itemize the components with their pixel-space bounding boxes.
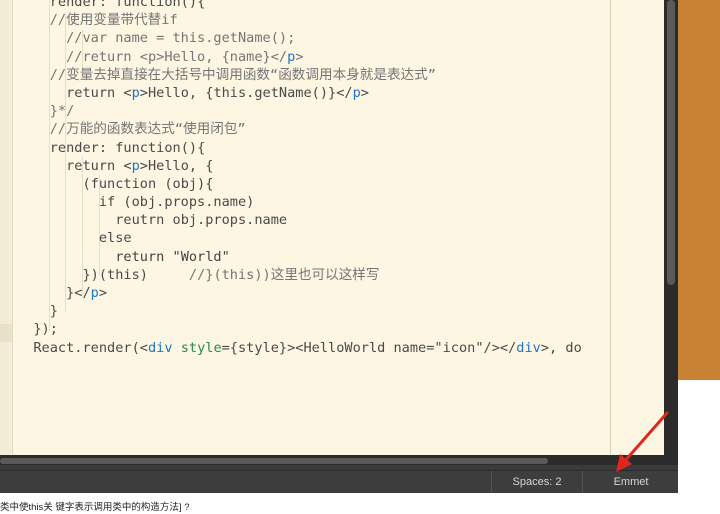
code-token: } — [49, 303, 58, 320]
code-token: p — [131, 84, 140, 101]
code-token: >, do — [540, 339, 582, 356]
code-line: return "World" — [17, 248, 610, 266]
vertical-scrollbar-thumb[interactable] — [667, 0, 675, 285]
code-token: ={style}><HelloWorld name="icon"/></ — [221, 339, 517, 356]
page-caption: 类中使this关 键字表示调用类中的构造方法] ? — [0, 502, 190, 513]
code-token: p — [131, 157, 140, 174]
code-line: }*/ — [17, 102, 610, 120]
code-line: //var name = this.getName(); — [17, 29, 610, 47]
status-bar: Spaces: 2 Emmet — [0, 470, 678, 493]
code-content[interactable]: render: function(){ //使用变量带代替if //var na… — [17, 0, 610, 357]
code-token: render: function(){ — [49, 0, 206, 10]
code-token: else — [98, 230, 132, 247]
code-token: style — [180, 339, 222, 356]
minimap-divider — [610, 0, 611, 455]
code-line: //return <p>Hello, {name}</p> — [17, 48, 610, 66]
code-line: }</p> — [17, 284, 610, 302]
code-token: //return <p>Hello, {name}</ — [66, 48, 288, 65]
code-line: } — [17, 302, 610, 320]
current-line-marker — [0, 324, 12, 342]
code-token: div — [147, 339, 173, 356]
code-token: //}(this))这里也可以这样写 — [188, 266, 380, 283]
code-token: render: function(){ — [49, 139, 206, 156]
code-token: if (obj.props.name) — [98, 194, 255, 211]
code-token: //var name = this.getName(); — [66, 30, 296, 47]
code-token: return < — [66, 157, 132, 174]
code-token: }); — [33, 321, 58, 338]
background-desktop — [678, 0, 720, 380]
code-token: >Hello, { — [139, 157, 214, 174]
code-line: render: function(){ — [17, 139, 610, 157]
code-token: >Hello, {this.getName()}</ — [139, 84, 353, 101]
code-line: //使用变量带代替if — [17, 11, 610, 29]
code-token: //变量去掉直接在大括号中调用函数“函数调用本身就是表达式” — [49, 66, 436, 83]
code-token: p — [90, 285, 99, 301]
code-line: //变量去掉直接在大括号中调用函数“函数调用本身就是表达式” — [17, 66, 610, 84]
code-line: //万能的函数表达式“使用闭包” — [17, 120, 610, 138]
code-token: //万能的函数表达式“使用闭包” — [49, 121, 246, 138]
code-token: return < — [66, 84, 132, 101]
code-line: reutrn obj.props.name — [17, 211, 610, 229]
code-line: if (obj.props.name) — [17, 193, 610, 211]
code-token: //使用变量带代替if — [49, 12, 178, 29]
code-token: div — [516, 339, 541, 356]
code-token: }*/ — [49, 103, 75, 120]
code-token: reutrn obj.props.name — [115, 212, 288, 229]
code-line: React.render(<div style={style}><HelloWo… — [17, 339, 610, 357]
code-line: })(this) //}(this))这里也可以这样写 — [17, 266, 610, 284]
editor-window: render: function(){ //使用变量带代替if //var na… — [0, 0, 678, 493]
code-token: return "World" — [115, 248, 230, 265]
code-token: React.render(< — [33, 339, 148, 356]
code-editor[interactable]: render: function(){ //使用变量带代替if //var na… — [0, 0, 664, 455]
code-line: }); — [17, 320, 610, 338]
indentation-setting-button[interactable]: Spaces: 2 — [491, 471, 582, 493]
code-token: })(this) — [82, 266, 189, 283]
code-line: (function (obj){ — [17, 175, 610, 193]
code-token: > — [98, 285, 108, 301]
code-line: render: function(){ — [17, 0, 610, 11]
code-token: }</ — [66, 285, 91, 301]
code-token: > — [360, 84, 369, 101]
line-gutter — [0, 0, 13, 455]
code-line: return <p>Hello, { — [17, 157, 610, 175]
code-token: p — [352, 84, 361, 101]
code-token: (function (obj){ — [82, 175, 214, 192]
code-line: return <p>Hello, {this.getName()}</p> — [17, 84, 610, 102]
annotation-arrow-icon — [616, 411, 669, 472]
horizontal-scrollbar-thumb[interactable] — [0, 458, 548, 464]
code-line: else — [17, 229, 610, 247]
code-token: > — [295, 48, 304, 65]
